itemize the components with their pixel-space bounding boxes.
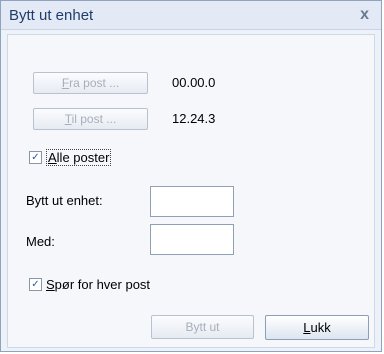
to-post-accel: T: [64, 112, 72, 126]
from-post-value: 00.00.0: [172, 75, 216, 90]
title-bar: Bytt ut enhet x: [1, 1, 381, 30]
close-button[interactable]: Lukk: [265, 315, 369, 340]
check-icon: ✓: [29, 278, 42, 291]
from-post-label: ra post ...: [69, 76, 120, 90]
replace-button[interactable]: Bytt ut: [151, 315, 254, 339]
to-post-value: 12.24.3: [172, 111, 216, 126]
ask-each-text: pør for hver post: [54, 277, 151, 292]
all-posts-accel: A: [48, 150, 57, 165]
replace-unit-input[interactable]: [150, 186, 234, 217]
dialog-title: Bytt ut enhet: [9, 7, 94, 24]
ask-each-post-label: Spør for hver post: [46, 277, 150, 292]
check-icon: ✓: [29, 151, 42, 164]
all-posts-text: lle poster: [56, 150, 110, 165]
with-label: Med:: [26, 234, 55, 249]
replace-unit-label: Bytt ut enhet:: [26, 193, 103, 208]
close-accel: L: [303, 320, 311, 335]
ask-each-post-checkbox[interactable]: ✓ Spør for hver post: [29, 277, 150, 292]
to-post-label: il post ...: [71, 112, 117, 126]
close-icon[interactable]: x: [360, 6, 369, 24]
with-input[interactable]: [150, 224, 234, 255]
ask-each-accel: S: [46, 277, 55, 292]
all-posts-label: Alle poster: [46, 149, 112, 166]
from-post-button[interactable]: Fra post ...: [33, 72, 148, 94]
dialog-body: Fra post ... 00.00.0 Til post ... 12.24.…: [7, 34, 375, 348]
close-label: ukk: [310, 320, 331, 335]
replace-unit-dialog: Bytt ut enhet x Fra post ... 00.00.0 Til…: [0, 0, 382, 352]
to-post-button[interactable]: Til post ...: [33, 108, 148, 130]
all-posts-checkbox[interactable]: ✓ Alle poster: [29, 149, 112, 166]
